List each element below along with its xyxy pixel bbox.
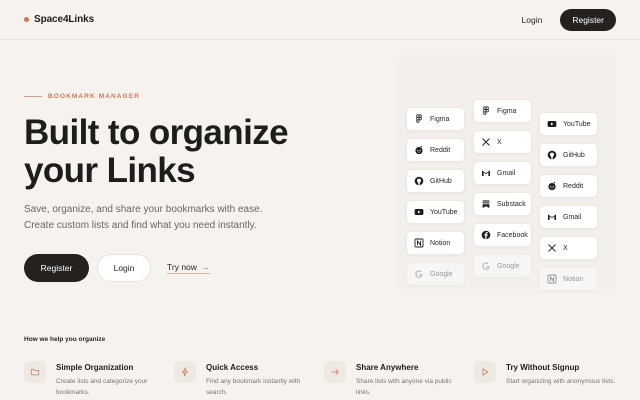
feature-item: Share Anywhere Share lists with anyone v… — [324, 361, 474, 398]
link-card-github[interactable]: GitHub — [406, 169, 465, 193]
brand-logo[interactable]: Space4Links — [24, 14, 94, 25]
features-heading: How we help you organize — [24, 336, 106, 343]
notion-icon — [547, 274, 557, 284]
feature-description: Start organizing with anonymous lists. — [506, 378, 616, 385]
link-card-label: Notion — [430, 239, 451, 247]
link-card-reddit[interactable]: Reddit — [406, 138, 465, 162]
play-icon — [474, 361, 496, 383]
gmail-icon — [481, 168, 491, 178]
link-card-label: YouTube — [563, 120, 591, 128]
link-card-google[interactable]: Google — [473, 254, 532, 278]
youtube-icon — [547, 119, 557, 129]
eyebrow-divider — [24, 96, 42, 97]
notion-icon — [414, 238, 424, 248]
hero-subtitle-line-1: Save, organize, and share your bookmarks… — [24, 204, 263, 215]
link-card-label: Notion — [563, 275, 584, 283]
x-icon — [481, 137, 491, 147]
link-card-label: Reddit — [563, 182, 584, 190]
link-cards-column-3: YouTube GitHub Reddit Gmail X Notion — [539, 112, 598, 291]
facebook-icon — [481, 230, 491, 240]
arrow-right-icon: → — [200, 262, 210, 272]
gmail-icon — [547, 212, 557, 222]
features-list: Simple Organization Create lists and cat… — [24, 361, 624, 398]
feature-title: Share Anywhere — [356, 363, 419, 372]
link-card-label: GitHub — [430, 177, 452, 185]
feature-description: Share lists with anyone via public links… — [356, 378, 452, 396]
link-card-label: Reddit — [430, 146, 451, 154]
link-card-x[interactable]: X — [539, 236, 598, 260]
nav-login-link[interactable]: Login — [516, 15, 549, 25]
link-cards-column-1: Figma Reddit GitHub YouTube Notion Google — [406, 107, 465, 286]
link-card-label: Facebook — [497, 231, 528, 239]
feature-item: Try Without Signup Start organizing with… — [474, 361, 624, 398]
folder-icon — [24, 361, 46, 383]
link-card-google[interactable]: Google — [406, 262, 465, 286]
link-card-label: X — [563, 244, 568, 252]
link-card-label: Gmail — [497, 169, 516, 177]
github-icon — [414, 176, 424, 186]
link-card-github[interactable]: GitHub — [539, 143, 598, 167]
hero-cta-row: Register Login Try now → — [24, 254, 210, 282]
youtube-icon — [414, 207, 424, 217]
hero-title-line-2: your Links — [24, 151, 196, 190]
link-card-label: Substack — [497, 200, 526, 208]
google-icon — [414, 269, 424, 279]
link-card-facebook[interactable]: Facebook — [473, 223, 532, 247]
hero-eyebrow: BOOKMARK MANAGER — [24, 93, 140, 100]
link-card-reddit[interactable]: Reddit — [539, 174, 598, 198]
feature-title: Try Without Signup — [506, 363, 580, 372]
arrow-right-icon — [324, 361, 346, 383]
eyebrow-text: BOOKMARK MANAGER — [48, 93, 140, 100]
feature-title: Simple Organization — [56, 363, 134, 372]
link-card-label: Google — [430, 270, 453, 278]
link-cards-column-2: Figma X Gmail Substack Facebook Google — [473, 99, 532, 278]
hero-register-button[interactable]: Register — [24, 254, 89, 282]
link-card-label: GitHub — [563, 151, 585, 159]
link-card-label: Gmail — [563, 213, 582, 221]
link-card-x[interactable]: X — [473, 130, 532, 154]
feature-description: Find any bookmark instantly with search. — [206, 378, 301, 396]
nav-register-button[interactable]: Register — [560, 8, 616, 31]
brand-name: Space4Links — [34, 14, 95, 25]
feature-description: Create lists and categorize your bookmar… — [56, 378, 148, 396]
google-icon — [481, 261, 491, 271]
lightning-icon — [174, 361, 196, 383]
link-card-label: YouTube — [430, 208, 458, 216]
link-card-figma[interactable]: Figma — [406, 107, 465, 131]
link-card-notion[interactable]: Notion — [406, 231, 465, 255]
link-card-label: Figma — [497, 107, 517, 115]
link-card-figma[interactable]: Figma — [473, 99, 532, 123]
reddit-icon — [547, 181, 557, 191]
figma-icon — [481, 106, 491, 116]
hero-title: Built to organize your Links — [24, 114, 344, 190]
link-card-label: X — [497, 138, 502, 146]
substack-icon — [481, 199, 491, 209]
x-icon — [547, 243, 557, 253]
feature-item: Simple Organization Create lists and cat… — [24, 361, 174, 398]
link-card-youtube[interactable]: YouTube — [539, 112, 598, 136]
link-card-notion[interactable]: Notion — [539, 267, 598, 291]
reddit-icon — [414, 145, 424, 155]
figma-icon — [414, 114, 424, 124]
try-now-link[interactable]: Try now → — [167, 262, 210, 274]
link-card-label: Google — [497, 262, 520, 270]
hero-login-button[interactable]: Login — [97, 254, 151, 282]
link-card-gmail[interactable]: Gmail — [539, 205, 598, 229]
github-icon — [547, 150, 557, 160]
brand-dot-icon — [24, 17, 29, 22]
nav-actions: Login Register — [516, 8, 616, 31]
link-card-youtube[interactable]: YouTube — [406, 200, 465, 224]
feature-item: Quick Access Find any bookmark instantly… — [174, 361, 324, 398]
try-now-label: Try now — [167, 262, 197, 272]
top-nav: Space4Links Login Register — [0, 0, 640, 40]
hero-subtitle-line-2: Create custom lists and find what you ne… — [24, 220, 257, 231]
link-card-substack[interactable]: Substack — [473, 192, 532, 216]
feature-title: Quick Access — [206, 363, 259, 372]
link-card-label: Figma — [430, 115, 450, 123]
link-card-gmail[interactable]: Gmail — [473, 161, 532, 185]
hero-title-line-1: Built to organize — [24, 113, 289, 152]
hero-subtitle: Save, organize, and share your bookmarks… — [24, 202, 324, 234]
